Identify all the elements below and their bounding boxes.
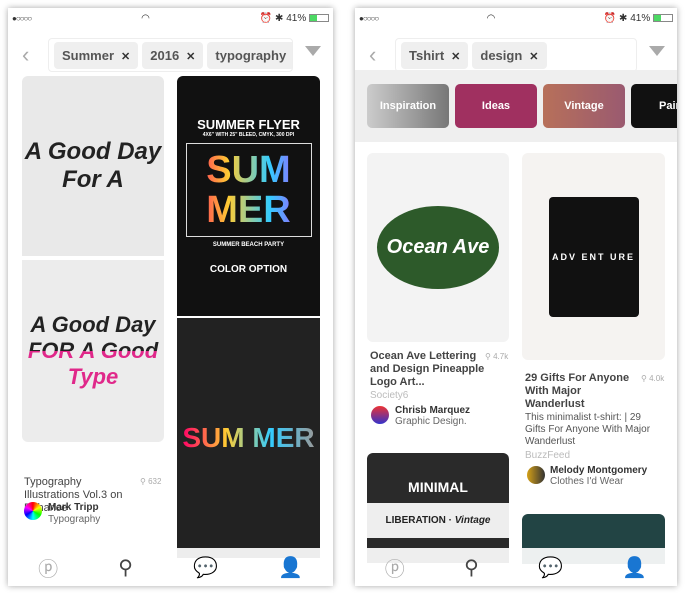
pin-source[interactable]: BuzzFeed [525, 450, 570, 462]
close-icon[interactable]: ✕ [451, 51, 460, 63]
tab-bar: ⓟ ⚲ 💬 👤 [8, 548, 333, 586]
category-inspiration[interactable]: Inspiration [367, 84, 449, 128]
save-count: ⚲ 4.0k [641, 374, 665, 383]
pin-image-minimal-logos[interactable]: MINIMAL LIBERATION · Vintage [367, 453, 509, 563]
pin-source[interactable]: Society6 [370, 390, 408, 402]
pin-image-tshirt[interactable]: ADV ENT URE [522, 153, 665, 360]
user-name[interactable]: Mark Tripp [48, 502, 99, 514]
board-name[interactable]: Clothes I'd Wear [550, 476, 623, 488]
chip-typography[interactable]: typography✕ [207, 41, 292, 69]
pin-image-pineapple[interactable]: Ocean Ave [367, 153, 509, 342]
status-bar: ●○○○○ ◠ ⏰ ✱ 41% [359, 11, 673, 25]
phone-screen-summer: ●○○○○ ◠ ⏰ ✱ 41% ‹ Summer ✕ 2016 ✕ typograp… [8, 8, 333, 586]
profile-icon[interactable]: 👤 [278, 555, 303, 580]
close-icon[interactable]: ✕ [529, 51, 538, 63]
close-icon[interactable]: ✕ [186, 51, 195, 63]
battery-level: 41% [286, 12, 307, 24]
board-name[interactable]: Typography [48, 514, 100, 526]
search-icon[interactable]: ⚲ [118, 555, 133, 580]
pin-description: This minimalist t-shirt: | 29 Gifts For … [525, 412, 651, 447]
alarm-icon: ⏰ ✱ [603, 12, 628, 24]
chat-icon[interactable]: 💬 [538, 555, 563, 580]
save-count: ⚲ 632 [140, 477, 162, 486]
pinterest-icon[interactable]: ⓟ [385, 553, 405, 582]
pin-image-summer-flyer-variants[interactable]: SUM MER [177, 318, 320, 558]
back-chevron-icon[interactable]: ‹ [369, 42, 376, 68]
battery-level: 41% [630, 12, 651, 24]
profile-icon[interactable]: 👤 [622, 555, 647, 580]
avatar[interactable] [527, 466, 545, 484]
pinterest-icon[interactable]: ⓟ [38, 553, 58, 582]
category-ideas[interactable]: Ideas [455, 84, 537, 128]
chip-design[interactable]: design ✕ [472, 41, 547, 69]
category-vintage[interactable]: Vintage [543, 84, 625, 128]
signal-icon: ●○○○○ [359, 13, 379, 23]
avatar[interactable] [371, 406, 389, 424]
search-input[interactable]: Tshirt ✕ design ✕ [395, 38, 637, 72]
battery-icon [309, 13, 329, 22]
status-bar: ●○○○○ ◠ ⏰ ✱ 41% [12, 11, 329, 25]
save-count: ⚲ 4.7k [485, 352, 509, 361]
search-input[interactable]: Summer✕ 2016✕ typography✕ [48, 38, 293, 72]
search-icon[interactable]: ⚲ [464, 555, 479, 580]
wifi-icon: ◠ [486, 12, 496, 24]
search-bar: ‹ Summer✕ 2016✕ typography✕ [8, 30, 333, 78]
close-icon[interactable]: ✕ [121, 51, 130, 63]
chat-icon[interactable]: 💬 [193, 555, 218, 580]
phone-screen-tshirt: ●○○○○ ◠ ⏰ ✱ 41% ‹ Tshirt ✕ design ✕ Inspir… [355, 8, 677, 586]
board-name[interactable]: Graphic Design. [395, 416, 467, 428]
pin-title[interactable]: 29 Gifts For Anyone With Major Wanderlus… [525, 372, 635, 411]
pin-title[interactable]: Ocean Ave Lettering and Design Pineapple… [370, 350, 485, 389]
battery-icon [653, 13, 673, 22]
tab-bar: ⓟ ⚲ 💬 👤 [355, 548, 677, 586]
filter-icon[interactable] [649, 46, 665, 56]
pin-image-summer-flyer[interactable]: SUMMER FLYER 4X6" WITH 25" BLEED, CMYK, … [177, 76, 320, 316]
back-chevron-icon[interactable]: ‹ [22, 42, 29, 68]
wifi-icon: ◠ [141, 12, 150, 24]
signal-icon: ●○○○○ [12, 13, 32, 23]
pin-image-lettering-2[interactable]: A Good Day FOR A Good Type [22, 260, 164, 442]
chip-summer[interactable]: Summer ✕ [54, 41, 139, 69]
alarm-icon: ⏰ ✱ [259, 12, 284, 24]
category-pain[interactable]: Pain [631, 84, 677, 128]
chip-2016[interactable]: 2016 ✕ [142, 41, 204, 69]
filter-icon[interactable] [305, 46, 321, 56]
chip-tshirt[interactable]: Tshirt ✕ [401, 41, 469, 69]
avatar[interactable] [24, 502, 42, 520]
category-row: Inspiration Ideas Vintage Pain [355, 70, 677, 142]
pin-image-lettering-1[interactable]: A Good Day For A [22, 76, 164, 256]
